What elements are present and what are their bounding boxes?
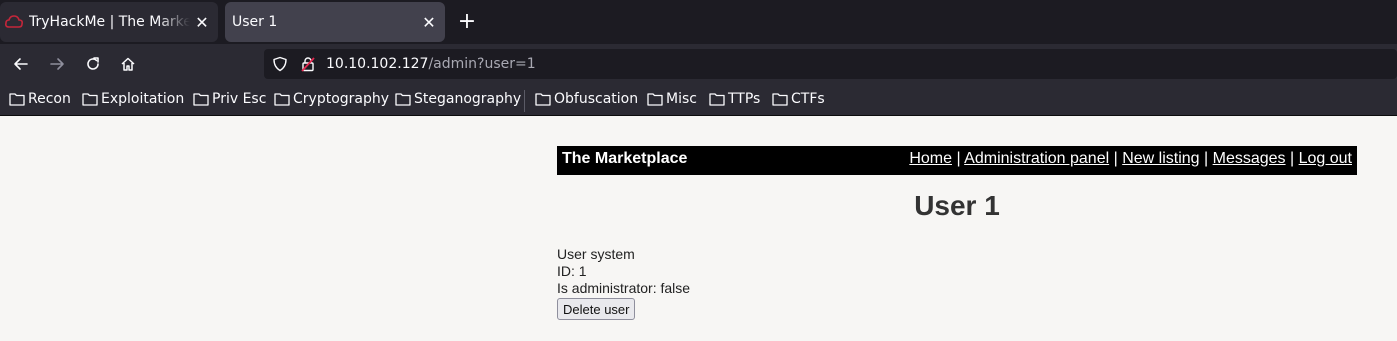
page-content: The Marketplace Home | Administration pa… xyxy=(0,116,1397,341)
bookmark-label: Recon xyxy=(28,91,71,107)
user-id: ID: 1 xyxy=(557,263,587,279)
nav-link-home[interactable]: Home xyxy=(909,150,952,167)
folder-icon xyxy=(274,93,290,106)
url-text[interactable]: 10.10.102.127/admin?user=1 xyxy=(326,55,536,73)
delete-user-button[interactable]: Delete user xyxy=(557,298,636,320)
nav-separator: | xyxy=(1204,150,1209,167)
bookmark-exploitation[interactable]: Exploitation xyxy=(82,91,184,107)
bookmark-priv-esc[interactable]: Priv Esc xyxy=(193,91,266,107)
url-path: /admin?user=1 xyxy=(428,56,536,72)
bookmark-label: TTPs xyxy=(728,91,761,107)
close-icon[interactable]: ✕ xyxy=(190,13,214,32)
nav-link-administration-panel[interactable]: Administration panel xyxy=(964,150,1109,167)
site-brand: The Marketplace xyxy=(562,150,688,167)
bookmark-cryptography[interactable]: Cryptography xyxy=(274,91,389,107)
url-host: 10.10.102.127 xyxy=(326,56,429,72)
bookmark-misc[interactable]: Misc xyxy=(647,91,697,107)
home-icon[interactable] xyxy=(116,52,140,76)
arrow-right-icon[interactable] xyxy=(45,52,69,76)
shield-icon[interactable] xyxy=(271,55,289,73)
user-is-admin: Is administrator: false xyxy=(557,280,691,296)
tab-title: TryHackMe | The Marketplace xyxy=(29,14,190,30)
site-nav: Home | Administration panel | New listin… xyxy=(909,150,1352,168)
tryhackme-favicon-icon xyxy=(4,13,24,31)
user-username: User system xyxy=(557,246,635,262)
nav-separator: | xyxy=(1290,150,1295,167)
bookmark-recon[interactable]: Recon xyxy=(9,91,71,107)
bookmark-steganography[interactable]: Steganography xyxy=(395,91,521,107)
tab-marketplace[interactable]: TryHackMe | The Marketplace ✕ xyxy=(0,2,218,42)
bookmark-label: Misc xyxy=(666,91,697,107)
nav-link-new-listing[interactable]: New listing xyxy=(1122,150,1199,167)
folder-icon xyxy=(709,93,725,106)
reload-icon[interactable] xyxy=(81,52,105,76)
bookmark-label: Obfuscation xyxy=(554,91,639,107)
page-title: User 1 xyxy=(914,190,1000,221)
nav-link-log-out[interactable]: Log out xyxy=(1299,150,1352,167)
folder-icon xyxy=(395,93,411,106)
folder-icon xyxy=(772,93,788,106)
bookmarks-bar: Recon Exploitation Priv Esc Cryptography… xyxy=(0,84,1397,116)
insecure-lock-icon[interactable] xyxy=(299,55,317,73)
bookmark-label: Cryptography xyxy=(293,91,390,107)
bookmark-ctfs[interactable]: CTFs xyxy=(772,91,825,107)
plus-icon[interactable]: + xyxy=(455,9,479,35)
folder-icon xyxy=(535,93,551,106)
tab-user-1[interactable]: User 1 ✕ xyxy=(225,2,445,42)
folder-icon xyxy=(82,93,98,106)
folder-icon xyxy=(9,93,25,106)
bookmark-obfuscation[interactable]: Obfuscation xyxy=(535,91,638,107)
arrow-left-icon[interactable] xyxy=(9,52,33,76)
nav-separator: | xyxy=(956,150,961,167)
bookmark-label: Priv Esc xyxy=(212,91,267,107)
navigation-toolbar: 10.10.102.127/admin?user=1 xyxy=(0,44,1397,84)
tab-title: User 1 xyxy=(232,14,278,30)
bookmark-label: Exploitation xyxy=(101,91,185,107)
bookmark-label: Steganography xyxy=(414,91,522,107)
folder-icon xyxy=(647,93,663,106)
site-header: The Marketplace Home | Administration pa… xyxy=(557,146,1357,175)
nav-separator: | xyxy=(1113,150,1118,167)
url-bar[interactable]: 10.10.102.127/admin?user=1 xyxy=(264,49,1397,79)
user-info: User system ID: 1 Is administrator: fals… xyxy=(557,246,690,297)
tab-strip: TryHackMe | The Marketplace ✕ User 1 ✕ + xyxy=(0,0,1397,44)
folder-icon xyxy=(193,93,209,106)
bookmarks-separator xyxy=(524,90,525,112)
bookmark-label: CTFs xyxy=(791,91,825,107)
bookmark-ttps[interactable]: TTPs xyxy=(709,91,760,107)
nav-link-messages[interactable]: Messages xyxy=(1213,150,1286,167)
close-icon[interactable]: ✕ xyxy=(417,13,441,32)
